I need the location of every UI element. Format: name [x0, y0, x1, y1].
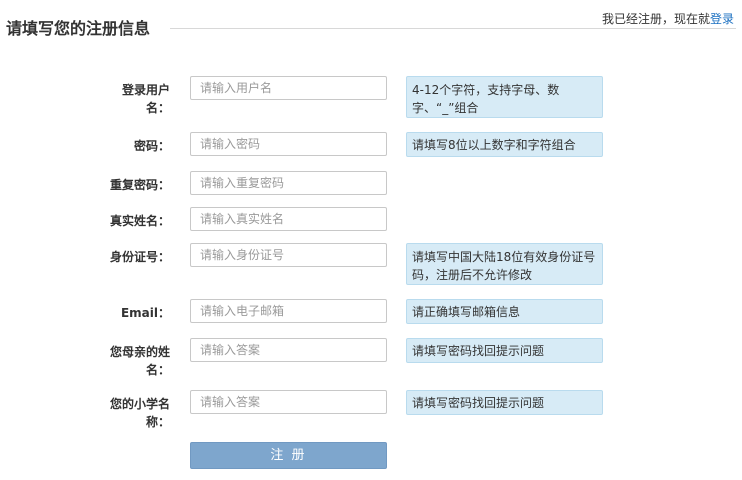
email-input[interactable]	[190, 299, 387, 323]
real-name-label: 真实姓名：	[109, 214, 170, 228]
username-hint: 4-12个字符，支持字母、数字、“_”组合	[406, 76, 603, 118]
username-input[interactable]	[190, 76, 387, 100]
mother-name-hint: 请填写密码找回提示问题	[406, 338, 603, 363]
real-name-input[interactable]	[190, 207, 387, 231]
mother-name-label: 您母亲的姓名：	[109, 345, 170, 377]
login-prompt-text: 我已经注册，现在就	[601, 12, 710, 26]
school-name-hint: 请填写密码找回提示问题	[406, 390, 603, 415]
password-label: 密码：	[133, 139, 170, 153]
password-input[interactable]	[190, 132, 387, 156]
header-divider	[170, 28, 736, 29]
mother-name-input[interactable]	[190, 338, 387, 362]
email-hint: 请正确填写邮箱信息	[406, 299, 603, 324]
password-hint: 请填写8位以上数字和字符组合	[406, 132, 603, 157]
school-name-label: 您的小学名称：	[109, 397, 170, 429]
id-number-hint: 请填写中国大陆18位有效身份证号码，注册后不允许修改	[406, 243, 603, 285]
login-link[interactable]: 登录	[710, 12, 734, 26]
login-prompt: 我已经注册，现在就登录	[602, 10, 734, 27]
repeat-password-label: 重复密码：	[109, 178, 170, 192]
school-name-input[interactable]	[190, 390, 387, 414]
username-label: 登录用户名：	[121, 83, 170, 115]
register-button[interactable]: 注 册	[190, 442, 387, 469]
email-label: Email：	[120, 306, 170, 320]
id-number-input[interactable]	[190, 243, 387, 267]
id-number-label: 身份证号：	[109, 250, 170, 264]
repeat-password-input[interactable]	[190, 171, 387, 195]
page-title: 请填写您的注册信息	[6, 19, 151, 38]
